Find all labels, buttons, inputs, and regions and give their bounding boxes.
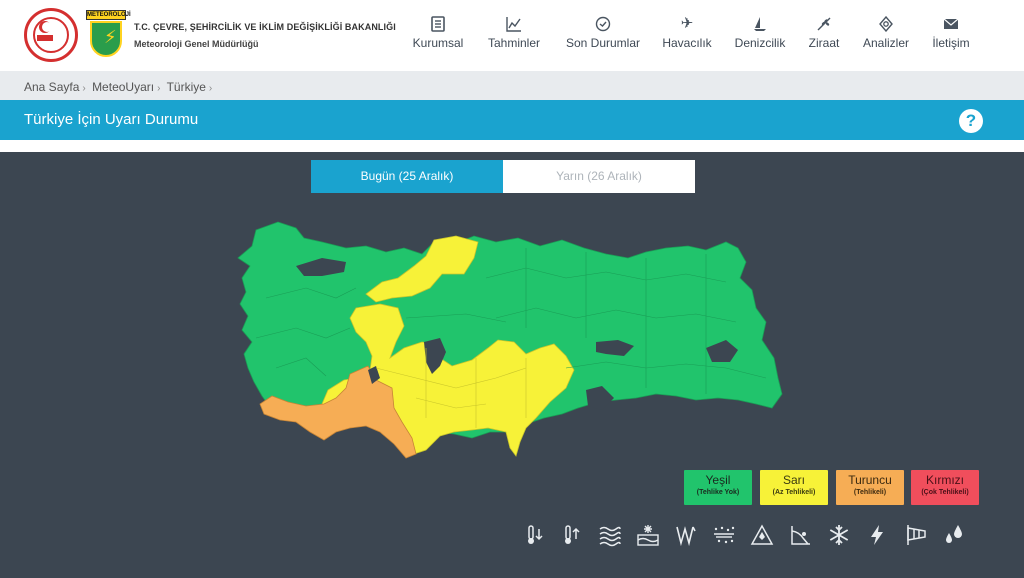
envelope-icon bbox=[928, 14, 974, 36]
snowflake-icon[interactable] bbox=[827, 523, 851, 547]
legend-green: Yeşil (Tehlike Yok) bbox=[684, 470, 752, 505]
breadcrumb: Ana Sayfa › MeteoUyarı › Türkiye › bbox=[0, 71, 1024, 100]
nav-label: Tahminler bbox=[487, 36, 541, 50]
clock-check-icon bbox=[564, 14, 642, 36]
nav-iletisim[interactable]: İletişim bbox=[928, 14, 974, 60]
nav-label: Son Durumlar bbox=[565, 36, 641, 50]
legend-name: Turuncu bbox=[848, 473, 892, 487]
site-header: METEOROLOJİ ⚡ T.C. ÇEVRE, ŞEHİRCİLİK VE … bbox=[0, 0, 1024, 71]
legend-desc: (Tehlike Yok) bbox=[696, 489, 740, 496]
fog-icon[interactable] bbox=[598, 523, 622, 547]
legend-name: Kırmızı bbox=[926, 473, 964, 487]
breadcrumb-home[interactable]: Ana Sayfa bbox=[24, 80, 79, 94]
avalanche-icon[interactable] bbox=[750, 523, 774, 547]
windsock-icon[interactable] bbox=[904, 523, 928, 547]
airplane-icon: ✈ bbox=[680, 15, 694, 32]
page-title: Türkiye İçin Uyarı Durumu bbox=[24, 111, 199, 128]
nav-label: Ziraat bbox=[808, 36, 840, 50]
legend-yellow: Sarı (Az Tehlikeli) bbox=[760, 470, 828, 505]
breadcrumb-turkiye[interactable]: Türkiye bbox=[167, 80, 206, 94]
nav-label: İletişim bbox=[932, 36, 970, 50]
nav-kurumsal[interactable]: Kurumsal bbox=[412, 14, 464, 60]
mgm-logo-text: METEOROLOJİ bbox=[86, 10, 131, 20]
ministry-name: T.C. ÇEVRE, ŞEHİRCİLİK VE İKLİM DEĞİŞİKL… bbox=[134, 22, 396, 32]
help-icon[interactable]: ? bbox=[959, 109, 983, 133]
wind-storm-icon[interactable] bbox=[674, 523, 698, 547]
document-icon bbox=[412, 14, 464, 36]
nav-ziraat[interactable]: Ziraat bbox=[806, 14, 842, 60]
ministry-subtitle: Meteoroloji Genel Müdürlüğü bbox=[134, 39, 259, 49]
mgm-logo[interactable]: METEOROLOJİ ⚡ bbox=[86, 10, 131, 60]
legend-desc: (Çok Tehlikeli) bbox=[921, 489, 969, 496]
legend-desc: (Tehlikeli) bbox=[853, 489, 887, 496]
tab-tomorrow[interactable]: Yarın (26 Aralık) bbox=[503, 160, 695, 193]
sailboat-icon bbox=[734, 14, 786, 36]
lightning-icon[interactable] bbox=[865, 523, 889, 547]
rain-drops-icon[interactable] bbox=[942, 523, 966, 547]
snow-melt-icon[interactable] bbox=[636, 523, 660, 547]
legend-red: Kırmızı (Çok Tehlikeli) bbox=[911, 470, 979, 505]
chart-line-icon bbox=[486, 14, 542, 36]
nav-havacilik[interactable]: ✈ Havacılık bbox=[662, 14, 712, 60]
analysis-icon bbox=[860, 14, 912, 36]
legend-name: Yeşil bbox=[705, 473, 731, 487]
legend-desc: (Az Tehlikeli) bbox=[772, 489, 816, 496]
nav-label: Kurumsal bbox=[412, 36, 464, 50]
breadcrumb-meteouyari[interactable]: MeteoUyarı bbox=[92, 80, 154, 94]
nav-label: Denizcilik bbox=[734, 36, 786, 50]
spacer bbox=[0, 140, 1024, 152]
landslide-icon[interactable] bbox=[789, 523, 813, 547]
turkey-warning-map[interactable] bbox=[226, 218, 786, 468]
nav-analizler[interactable]: Analizler bbox=[860, 14, 912, 60]
dust-icon[interactable] bbox=[712, 523, 736, 547]
tab-today[interactable]: Bugün (25 Aralık) bbox=[311, 160, 503, 193]
nav-label: Havacılık bbox=[662, 36, 712, 50]
page-title-bar: Türkiye İçin Uyarı Durumu bbox=[0, 100, 1024, 140]
cold-thermometer-icon[interactable] bbox=[522, 523, 546, 547]
wheat-icon bbox=[806, 14, 842, 36]
ministry-logo[interactable] bbox=[24, 8, 78, 62]
nav-label: Analizler bbox=[862, 36, 910, 50]
hot-thermometer-icon[interactable] bbox=[559, 523, 583, 547]
nav-tahminler[interactable]: Tahminler bbox=[486, 14, 542, 60]
legend-name: Sarı bbox=[782, 473, 805, 487]
nav-son-durumlar[interactable]: Son Durumlar bbox=[564, 14, 642, 60]
legend-orange: Turuncu (Tehlikeli) bbox=[836, 470, 904, 505]
nav-denizcilik[interactable]: Denizcilik bbox=[734, 14, 786, 60]
